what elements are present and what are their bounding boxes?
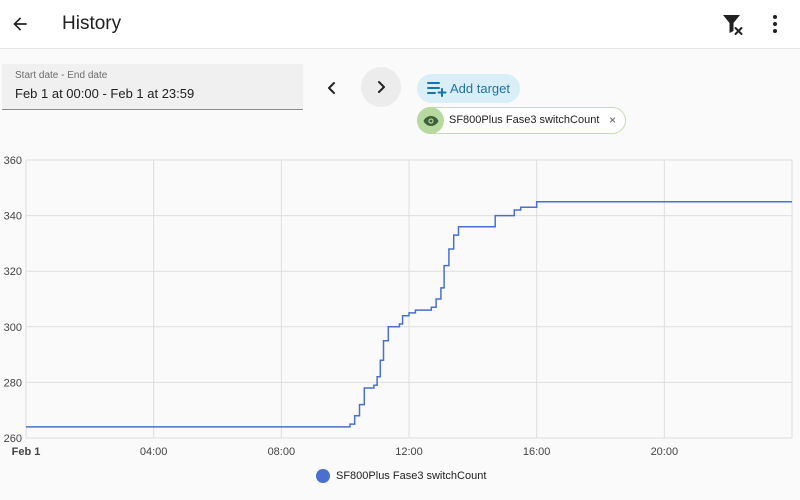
x-tick-label: 20:00 xyxy=(651,446,679,458)
target-chip-label: SF800Plus Fase3 switchCount xyxy=(449,114,600,126)
x-tick-label: Feb 1 xyxy=(12,446,41,458)
y-tick-label: 280 xyxy=(4,377,22,389)
remove-target-button[interactable]: × xyxy=(609,113,616,127)
toggle-visibility-button[interactable] xyxy=(417,107,444,134)
date-range-picker[interactable]: Start date - End date Feb 1 at 00:00 - F… xyxy=(2,64,303,110)
add-target-button[interactable]: Add target xyxy=(417,74,520,103)
chart-legend[interactable]: SF800Plus Fase3 switchCount xyxy=(316,469,486,483)
add-target-label: Add target xyxy=(450,81,510,96)
overflow-menu-button[interactable] xyxy=(762,10,788,38)
x-tick-label: 16:00 xyxy=(523,446,551,458)
chevron-right-icon xyxy=(378,81,385,93)
y-tick-label: 260 xyxy=(4,433,22,445)
history-line-chart: 260 280 300 320 340 360 Feb 1 04:00 08:00 12:00 16… xyxy=(4,155,793,458)
arrow-left-icon xyxy=(13,17,27,31)
y-tick-label: 340 xyxy=(4,211,22,223)
x-tick-label: 12:00 xyxy=(395,446,423,458)
page-title: History xyxy=(62,13,122,34)
dots-vertical-icon xyxy=(773,15,777,33)
previous-range-button[interactable] xyxy=(312,68,352,108)
date-range-value: Feb 1 at 00:00 - Feb 1 at 23:59 xyxy=(15,86,195,101)
playlist-plus-icon xyxy=(427,82,447,97)
date-range-label: Start date - End date xyxy=(15,70,108,81)
clear-filter-button[interactable] xyxy=(720,12,746,38)
y-tick-label: 360 xyxy=(4,155,22,167)
y-tick-label: 320 xyxy=(4,266,22,278)
x-tick-label: 08:00 xyxy=(268,446,296,458)
chevron-left-icon xyxy=(328,82,335,94)
legend-swatch xyxy=(316,469,330,483)
back-button[interactable] xyxy=(6,8,34,40)
app-header: History xyxy=(0,0,800,49)
x-tick-label: 04:00 xyxy=(140,446,168,458)
y-tick-label: 300 xyxy=(4,322,22,334)
target-chip[interactable]: SF800Plus Fase3 switchCount × xyxy=(417,107,626,134)
next-range-button[interactable] xyxy=(361,67,401,107)
eye-icon xyxy=(423,115,438,126)
filter-remove-icon xyxy=(723,15,743,35)
legend-label: SF800Plus Fase3 switchCount xyxy=(336,470,487,482)
